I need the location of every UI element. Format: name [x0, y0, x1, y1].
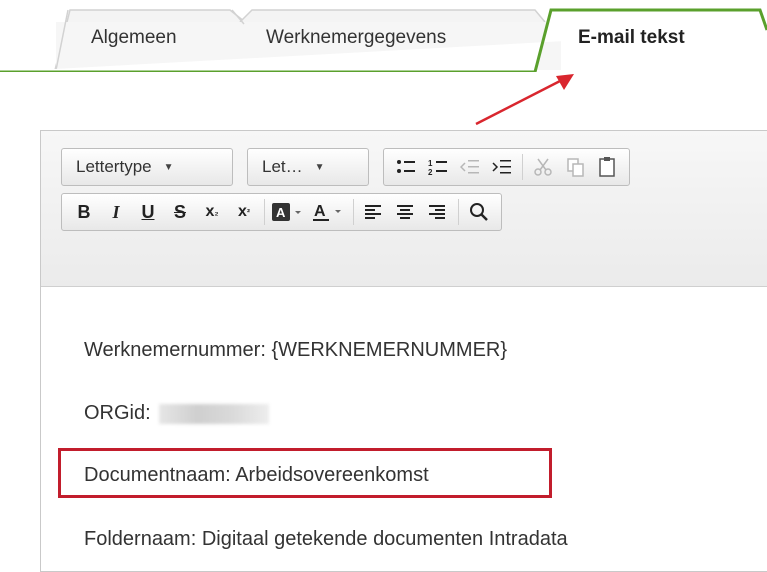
bulleted-list-icon[interactable] [390, 152, 422, 182]
svg-text:2: 2 [428, 168, 433, 176]
background-color-icon[interactable]: A [269, 197, 309, 227]
tab-label-werknemergegevens: Werknemergegevens [266, 27, 447, 48]
formatting-group: B I U S x₂ x² A A [61, 193, 502, 231]
email-text-editor: Lettertype ▼ Let… ▼ 12 B I U S x ₂ x ² A… [40, 130, 767, 572]
underline-icon[interactable]: U [132, 197, 164, 227]
toolbar-row-1: Lettertype ▼ Let… ▼ 12 [61, 148, 644, 188]
tab-label-e-mail-tekst: E-mail tekst [578, 27, 685, 48]
numbered-list-icon[interactable]: 12 [422, 152, 454, 182]
toolbar-separator [353, 199, 354, 225]
editor-toolbar: Lettertype ▼ Let… ▼ 12 B I U S x ₂ x ² A… [41, 131, 767, 287]
toolbar-separator [522, 154, 523, 180]
toolbar-separator [458, 199, 459, 225]
italic-icon[interactable]: I [100, 197, 132, 227]
font-size-label: Let… [262, 157, 303, 176]
subscript-icon[interactable]: x₂ [196, 197, 228, 227]
svg-text:A: A [314, 203, 326, 220]
font-size-select[interactable]: Let… ▼ [247, 148, 369, 186]
find-icon[interactable] [463, 197, 495, 227]
cut-icon[interactable] [527, 152, 559, 182]
paste-icon[interactable] [591, 152, 623, 182]
employee-number-line: Werknemernummer: {WERKNEMERNUMMER} [84, 339, 508, 361]
chevron-down-icon: ▼ [163, 161, 174, 173]
strikethrough-icon[interactable]: S [164, 197, 196, 227]
orgid-line: ORGid: [84, 402, 269, 425]
list-clipboard-group: 12 [383, 148, 630, 186]
align-left-icon[interactable] [358, 197, 390, 227]
bold-icon[interactable]: B [68, 197, 100, 227]
svg-text:1: 1 [428, 159, 433, 168]
font-family-select[interactable]: Lettertype ▼ [61, 148, 233, 186]
font-family-label: Lettertype [76, 157, 152, 176]
increase-indent-icon[interactable] [486, 152, 518, 182]
redacted-value [158, 403, 269, 424]
superscript-icon[interactable]: x² [228, 197, 260, 227]
text-color-icon[interactable]: A [309, 197, 349, 227]
annotation-highlight-box [58, 448, 552, 498]
tab-bar: Algemeen Werknemergegevens E-mail tekst [0, 0, 767, 72]
decrease-indent-icon[interactable] [454, 152, 486, 182]
tab-label-algemeen: Algemeen [91, 27, 177, 48]
toolbar-separator [264, 199, 265, 225]
toolbar-row-2: B I U S x₂ x² A A [61, 193, 502, 233]
orgid-label: ORGid: [84, 402, 151, 424]
align-center-icon[interactable] [390, 197, 422, 227]
align-right-icon[interactable] [422, 197, 454, 227]
svg-text:A: A [276, 205, 286, 220]
copy-icon[interactable] [559, 152, 591, 182]
chevron-down-icon: ▼ [314, 161, 325, 173]
annotation-arrow [475, 74, 574, 126]
folder-name-line: Foldernaam: Digitaal getekende documente… [84, 528, 568, 550]
